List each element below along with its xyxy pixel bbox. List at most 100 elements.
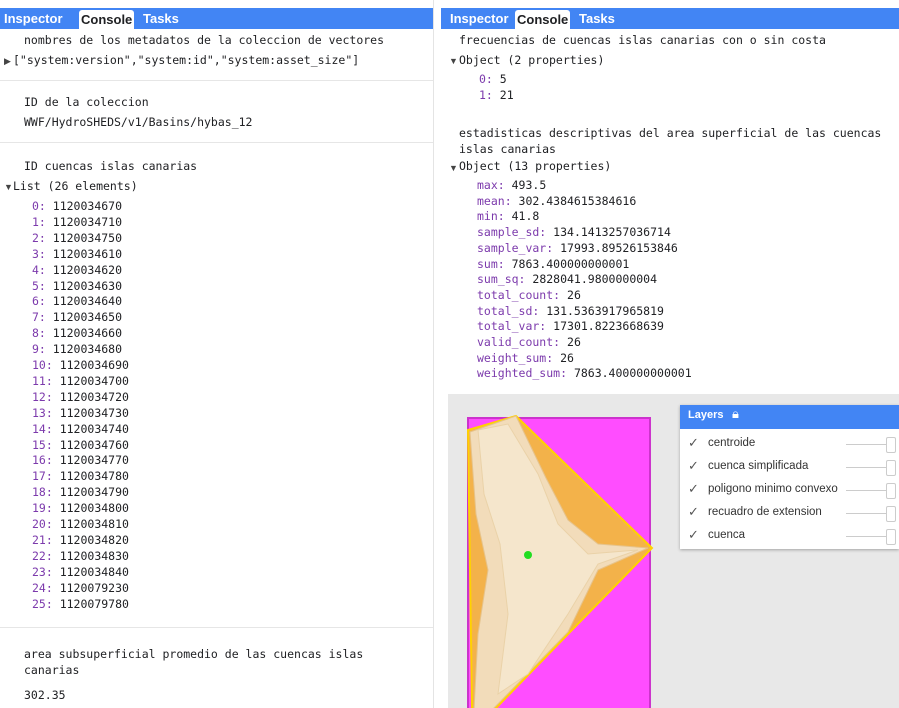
property-key: max:: [477, 178, 505, 192]
property-row: mean: 302.4384615384616: [477, 194, 636, 208]
tab-inspector[interactable]: Inspector: [448, 8, 511, 29]
property-value: 17993.89526153846: [553, 240, 678, 255]
list-item-value: 1120034780: [52, 469, 129, 484]
basins-list-header[interactable]: List (26 elements): [13, 179, 138, 193]
list-item-index: 21:: [32, 532, 53, 547]
list-item-index: 4:: [32, 262, 46, 277]
list-item-index: 22:: [32, 548, 53, 563]
list-item-value: 1120034750: [45, 230, 123, 245]
property-value: 17301.8223668639: [546, 319, 664, 334]
tab-tasks[interactable]: Tasks: [577, 8, 617, 29]
list-item-value: 1120034670: [45, 199, 123, 213]
list-item-index: 16:: [32, 453, 53, 468]
tab-console[interactable]: Console: [79, 10, 135, 29]
list-item: 8: 1120034660: [32, 326, 122, 340]
stats-object-header[interactable]: Object (13 properties): [459, 159, 611, 173]
list-item: 15: 1120034760: [32, 438, 129, 452]
opacity-slider-thumb[interactable]: [886, 483, 896, 499]
collection-title: ID de la coleccion: [24, 95, 149, 109]
layer-row[interactable]: ✓ cuenca: [680, 525, 899, 548]
layer-row[interactable]: ✓ centroide: [680, 433, 899, 456]
property-value: 26: [560, 335, 581, 349]
list-item-index: 12:: [32, 389, 53, 404]
list-item-value: 1120034690: [52, 358, 129, 372]
opacity-slider-track[interactable]: [846, 536, 889, 537]
property-row: min: 41.8: [477, 209, 539, 223]
expand-arrow-icon[interactable]: ▶: [4, 56, 12, 67]
property-row: sample_var: 17993.89526153846: [477, 241, 678, 255]
list-item-value: 1120034760: [52, 437, 129, 452]
property-value: 131.5363917965819: [539, 303, 664, 318]
list-item-index: 20:: [32, 517, 53, 531]
layer-checkbox-icon[interactable]: ✓: [688, 483, 700, 496]
lock-icon[interactable]: 🔒︎: [732, 407, 739, 422]
property-key: sample_sd:: [477, 225, 547, 240]
list-item-index: 6:: [32, 294, 46, 309]
list-item-value: 1120034740: [52, 421, 129, 436]
freq-title: frecuencias de cuencas islas canarias co…: [459, 33, 826, 47]
opacity-slider-track[interactable]: [846, 513, 889, 514]
list-item-index: 11:: [32, 373, 53, 388]
property-key: total_sd:: [477, 303, 540, 318]
opacity-slider-thumb[interactable]: [886, 506, 896, 522]
opacity-slider-thumb[interactable]: [886, 460, 896, 476]
layer-checkbox-icon[interactable]: ✓: [688, 506, 700, 519]
list-item: 1: 1120034710: [32, 215, 122, 229]
left-console-panel: Inspector Console Tasks nombres de los m…: [0, 0, 434, 708]
property-row: total_sd: 131.5363917965819: [477, 304, 664, 318]
list-item: 16: 1120034770: [32, 453, 129, 467]
list-item: 19: 1120034800: [32, 501, 129, 515]
property-value: 493.5: [504, 178, 547, 192]
collapse-arrow-icon[interactable]: ▼: [449, 163, 458, 173]
list-item-index: 8:: [32, 326, 46, 341]
metadata-list[interactable]: ["system:version","system:id","system:as…: [13, 53, 359, 67]
layer-row[interactable]: ✓ recuadro de extension: [680, 502, 899, 525]
property-key: 1:: [479, 88, 493, 102]
freq-object-header[interactable]: Object (2 properties): [459, 53, 604, 67]
list-item: 12: 1120034720: [32, 390, 129, 404]
list-item-value: 1120034610: [45, 246, 123, 261]
list-item-index: 14:: [32, 421, 53, 436]
property-row: max: 493.5: [477, 178, 546, 192]
list-item: 22: 1120034830: [32, 549, 129, 563]
layers-title: Layers: [688, 409, 724, 421]
list-item-value: 1120034730: [52, 405, 129, 420]
list-item-index: 0:: [32, 199, 46, 213]
property-key: 0:: [479, 72, 493, 86]
list-item: 7: 1120034650: [32, 310, 122, 324]
layer-checkbox-icon[interactable]: ✓: [688, 437, 700, 450]
tab-inspector[interactable]: Inspector: [2, 8, 65, 29]
list-item-value: 1120034700: [52, 373, 129, 388]
list-item-value: 1120034660: [45, 326, 123, 341]
layer-row[interactable]: ✓ cuenca simplificada: [680, 456, 899, 479]
list-item-value: 1120034820: [52, 532, 129, 547]
list-item: 9: 1120034680: [32, 342, 122, 356]
list-item-index: 24:: [32, 580, 53, 595]
layer-checkbox-icon[interactable]: ✓: [688, 529, 700, 542]
property-value: 7863.400000000001: [567, 366, 692, 381]
collapse-arrow-icon[interactable]: ▼: [4, 182, 13, 192]
list-item-value: 1120034680: [45, 342, 123, 357]
stats-title-line-1: estadisticas descriptivas del area super…: [459, 126, 882, 140]
collapse-arrow-icon[interactable]: ▼: [449, 56, 458, 66]
layers-panel: Layers 🔒︎ ✓ centroide ✓ cuenca simplificada…: [680, 405, 899, 549]
opacity-slider-track[interactable]: [846, 467, 889, 468]
layer-row[interactable]: ✓ poligono minimo convexo: [680, 479, 899, 502]
left-tab-bar: Inspector Console Tasks: [0, 8, 433, 29]
list-item-value: 1120034620: [45, 262, 123, 277]
tab-console[interactable]: Console: [515, 10, 571, 29]
opacity-slider-thumb[interactable]: [886, 437, 896, 453]
list-item-value: 1120034830: [52, 548, 129, 563]
property-key: sum_sq:: [477, 272, 526, 287]
layer-checkbox-icon[interactable]: ✓: [688, 460, 700, 473]
opacity-slider-track[interactable]: [846, 444, 889, 445]
list-item-value: 1120034800: [52, 501, 129, 516]
list-item-index: 17:: [32, 469, 53, 484]
list-item: 24: 1120079230: [32, 581, 129, 595]
list-item-index: 10:: [32, 358, 53, 372]
property-value: 2828041.9800000004: [525, 272, 658, 287]
tab-tasks[interactable]: Tasks: [141, 8, 181, 29]
list-item-value: 1120079230: [52, 580, 129, 595]
opacity-slider-track[interactable]: [846, 490, 889, 491]
opacity-slider-thumb[interactable]: [886, 529, 896, 545]
